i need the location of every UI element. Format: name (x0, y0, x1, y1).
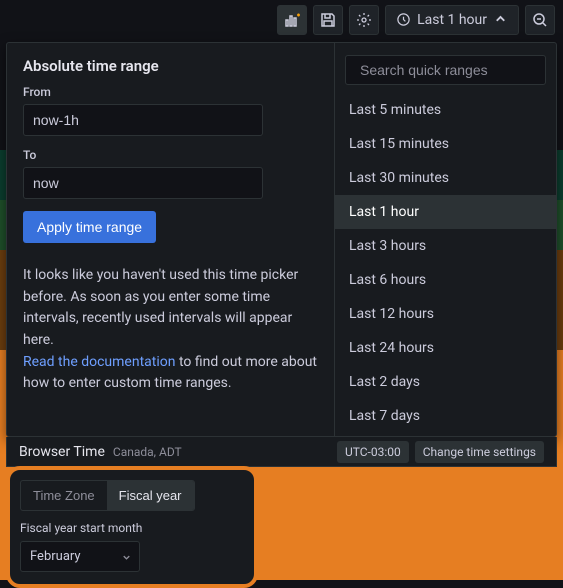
settings-button[interactable] (349, 5, 379, 35)
tab-time-zone[interactable]: Time Zone (21, 481, 107, 510)
clock-icon (396, 12, 411, 27)
from-input[interactable] (23, 104, 263, 136)
quick-ranges-list: Last 5 minutesLast 15 minutesLast 30 min… (335, 93, 556, 436)
to-label: To (23, 148, 318, 162)
helper-text: It looks like you haven't used this time… (23, 265, 318, 395)
time-picker-panel: Absolute time range From To Apply time r… (6, 42, 557, 437)
zoom-out-button[interactable] (525, 5, 555, 35)
from-label: From (23, 85, 318, 99)
quick-range-search[interactable] (345, 55, 546, 85)
quick-range-item[interactable]: Last 1 hour (335, 195, 556, 229)
add-panel-button[interactable] (277, 5, 307, 35)
utc-offset-badge: UTC-03:00 (337, 441, 409, 463)
quick-range-item[interactable]: Last 15 minutes (335, 127, 556, 161)
quick-range-item[interactable]: Last 12 hours (335, 297, 556, 331)
quick-range-item[interactable]: Last 7 days (335, 399, 556, 433)
quick-range-item[interactable]: Last 3 hours (335, 229, 556, 263)
change-time-settings-button[interactable]: Change time settings (415, 441, 544, 463)
quick-ranges-column: Last 5 minutesLast 15 minutesLast 30 min… (335, 43, 556, 436)
absolute-range-column: Absolute time range From To Apply time r… (7, 43, 335, 436)
quick-range-item[interactable]: Last 5 minutes (335, 93, 556, 127)
documentation-link[interactable]: Read the documentation (23, 354, 175, 370)
chevron-up-icon (493, 12, 508, 27)
time-settings-footer: Browser Time Canada, ADT UTC-03:00 Chang… (6, 437, 557, 467)
to-input[interactable] (23, 167, 263, 199)
search-input[interactable] (360, 62, 541, 78)
quick-range-item[interactable]: Last 6 hours (335, 263, 556, 297)
save-button[interactable] (313, 5, 343, 35)
time-range-button[interactable]: Last 1 hour (385, 5, 519, 35)
fiscal-year-label: Fiscal year start month (20, 521, 244, 535)
tab-fiscal-year[interactable]: Fiscal year (107, 481, 194, 510)
quick-range-item[interactable]: Last 24 hours (335, 331, 556, 365)
fiscal-month-value: February (20, 541, 140, 572)
top-toolbar: Last 1 hour (0, 0, 563, 39)
fiscal-year-panel: Time Zone Fiscal year Fiscal year start … (6, 466, 258, 588)
time-range-label: Last 1 hour (417, 12, 487, 28)
timezone-sublabel: Canada, ADT (113, 445, 182, 459)
quick-range-item[interactable]: Last 30 minutes (335, 161, 556, 195)
browser-time-label: Browser Time (19, 444, 105, 460)
quick-range-item[interactable]: Last 2 days (335, 365, 556, 399)
timezone-fiscal-tabs: Time Zone Fiscal year (20, 480, 195, 511)
fiscal-month-select[interactable]: February (20, 541, 140, 572)
apply-time-range-button[interactable]: Apply time range (23, 211, 156, 243)
panel-heading: Absolute time range (23, 57, 318, 75)
helper-text-1: It looks like you haven't used this time… (23, 267, 298, 348)
